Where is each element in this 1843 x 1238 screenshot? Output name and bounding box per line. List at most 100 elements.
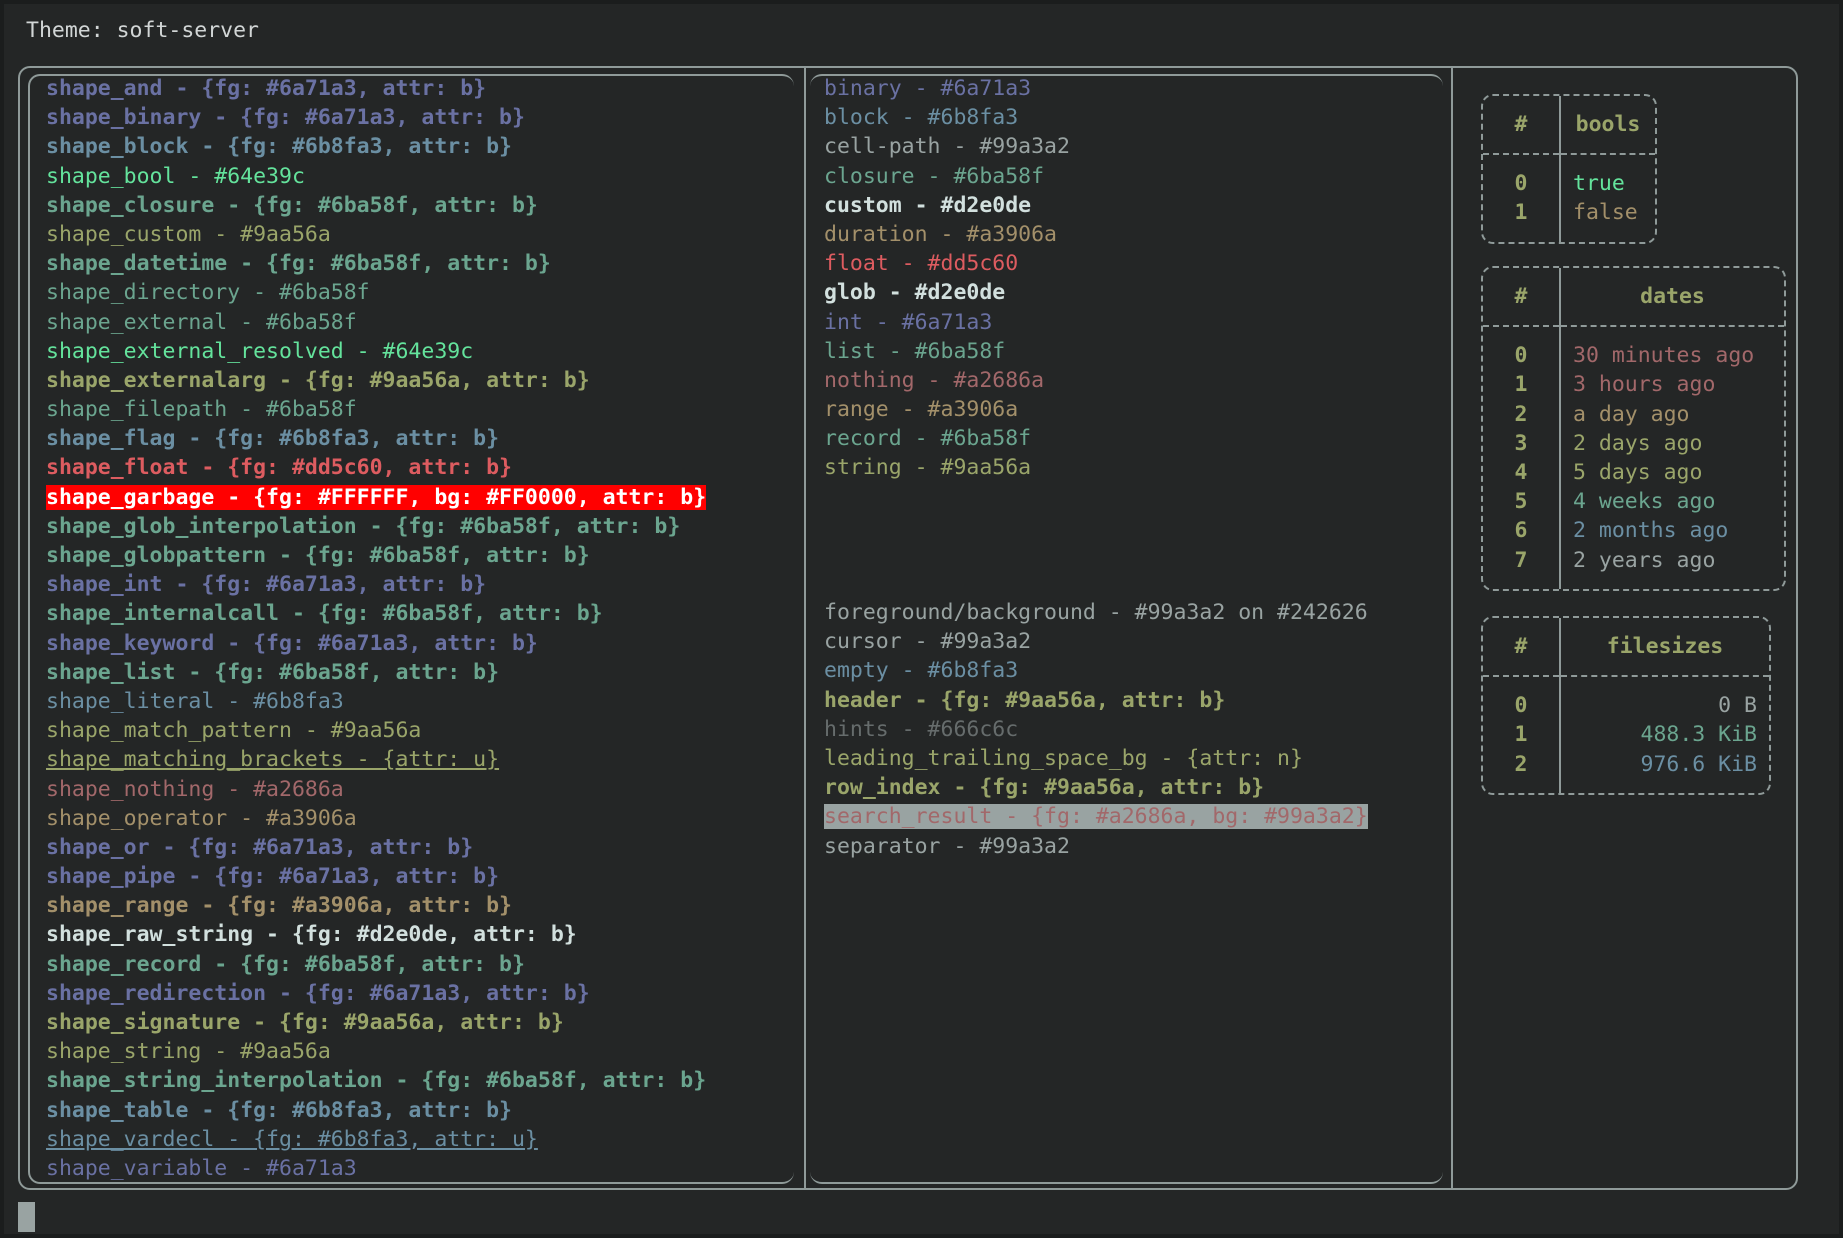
shape-entry-label: shape_externalarg - {fg: #9aa56a, attr: … bbox=[46, 368, 590, 393]
shape-entry: shape_list - {fg: #6ba58f, attr: b} bbox=[46, 658, 706, 687]
shape-entry: shape_operator - #a3906a bbox=[46, 804, 706, 833]
shape-entry-label: shape_internalcall - {fg: #6ba58f, attr:… bbox=[46, 601, 603, 626]
table-row: 62 months ago bbox=[1483, 516, 1784, 545]
shape-entry: shape_closure - {fg: #6ba58f, attr: b} bbox=[46, 191, 706, 220]
shape-entry: shape_garbage - {fg: #FFFFFF, bg: #FF000… bbox=[46, 483, 706, 512]
column-separator-2 bbox=[1451, 66, 1453, 1190]
shape-entry-label: shape_float - {fg: #dd5c60, attr: b} bbox=[46, 455, 512, 480]
shape-entry-label: shape_garbage - {fg: #FFFFFF, bg: #FF000… bbox=[46, 485, 706, 510]
row-index: 5 bbox=[1483, 487, 1560, 516]
shape-entry: shape_vardecl - {fg: #6b8fa3, attr: u} bbox=[46, 1125, 706, 1154]
column-header-filesizes: filesizes bbox=[1560, 618, 1769, 676]
ui-element-entry-label: cursor - #99a3a2 bbox=[824, 629, 1031, 654]
ui-element-entry: leading_trailing_space_bg - {attr: n} bbox=[824, 744, 1368, 773]
row-index: 0 bbox=[1483, 676, 1560, 720]
table-row: 2a day ago bbox=[1483, 400, 1784, 429]
column-header-dates: dates bbox=[1560, 268, 1784, 326]
type-entry-label: glob - #d2e0de bbox=[824, 280, 1005, 305]
cell-value: true bbox=[1560, 154, 1655, 198]
cell-value: 0 B bbox=[1560, 676, 1769, 720]
ui-element-entry-label: search_result - {fg: #a2686a, bg: #99a3a… bbox=[824, 804, 1368, 829]
type-entry-label: binary - #6a71a3 bbox=[824, 76, 1031, 101]
shape-entry-label: shape_external_resolved - #64e39c bbox=[46, 339, 473, 364]
shape-entry: shape_bool - #64e39c bbox=[46, 162, 706, 191]
shape-entry: shape_redirection - {fg: #6a71a3, attr: … bbox=[46, 979, 706, 1008]
row-index: 1 bbox=[1483, 720, 1560, 749]
ui-element-entry: foreground/background - #99a3a2 on #2426… bbox=[824, 598, 1368, 627]
row-index: 7 bbox=[1483, 546, 1560, 589]
row-index: 1 bbox=[1483, 370, 1560, 399]
row-index: 2 bbox=[1483, 750, 1560, 793]
shape-entry: shape_literal - #6b8fa3 bbox=[46, 687, 706, 716]
shape-entry-label: shape_block - {fg: #6b8fa3, attr: b} bbox=[46, 134, 512, 159]
type-entry-label: nothing - #a2686a bbox=[824, 368, 1044, 393]
cell-value: 2 months ago bbox=[1560, 516, 1784, 545]
type-entry: custom - #d2e0de bbox=[824, 191, 1070, 220]
type-entry-label: int - #6a71a3 bbox=[824, 310, 992, 335]
table-row: 1488.3 KiB bbox=[1483, 720, 1769, 749]
dates-table: # dates 030 minutes ago13 hours ago2a da… bbox=[1481, 266, 1786, 591]
shape-entry-label: shape_list - {fg: #6ba58f, attr: b} bbox=[46, 660, 499, 685]
ui-element-entry: cursor - #99a3a2 bbox=[824, 627, 1368, 656]
type-entry: binary - #6a71a3 bbox=[824, 74, 1070, 103]
shape-entry-label: shape_literal - #6b8fa3 bbox=[46, 689, 344, 714]
ui-element-entry: separator - #99a3a2 bbox=[824, 832, 1368, 861]
type-entry: int - #6a71a3 bbox=[824, 308, 1070, 337]
shape-entry: shape_external - #6ba58f bbox=[46, 308, 706, 337]
shape-entry: shape_filepath - #6ba58f bbox=[46, 395, 706, 424]
shape-entry: shape_flag - {fg: #6b8fa3, attr: b} bbox=[46, 424, 706, 453]
shape-entry-label: shape_raw_string - {fg: #d2e0de, attr: b… bbox=[46, 922, 577, 947]
shape-entry-label: shape_binary - {fg: #6a71a3, attr: b} bbox=[46, 105, 525, 130]
column-header-index: # bbox=[1483, 618, 1560, 676]
shape-entry: shape_float - {fg: #dd5c60, attr: b} bbox=[46, 453, 706, 482]
ui-element-entry: search_result - {fg: #a2686a, bg: #99a3a… bbox=[824, 802, 1368, 831]
row-index: 0 bbox=[1483, 326, 1560, 370]
ui-elements-list: foreground/background - #99a3a2 on #2426… bbox=[824, 598, 1368, 861]
cell-value: 2 days ago bbox=[1560, 429, 1784, 458]
ui-element-entry: header - {fg: #9aa56a, attr: b} bbox=[824, 686, 1368, 715]
table-row: 13 hours ago bbox=[1483, 370, 1784, 399]
cell-value: 5 days ago bbox=[1560, 458, 1784, 487]
table-row: 00 B bbox=[1483, 676, 1769, 720]
type-entry-label: closure - #6ba58f bbox=[824, 164, 1044, 189]
type-entry: closure - #6ba58f bbox=[824, 162, 1070, 191]
shape-entry-label: shape_external - #6ba58f bbox=[46, 310, 357, 335]
ui-element-entry-label: separator - #99a3a2 bbox=[824, 834, 1070, 859]
filesizes-table: # filesizes 00 B1488.3 KiB2976.6 KiB bbox=[1481, 616, 1771, 795]
shape-entry-label: shape_match_pattern - #9aa56a bbox=[46, 718, 421, 743]
shape-entry-label: shape_pipe - {fg: #6a71a3, attr: b} bbox=[46, 864, 499, 889]
shape-entry: shape_directory - #6ba58f bbox=[46, 278, 706, 307]
ui-element-entry-label: row_index - {fg: #9aa56a, attr: b} bbox=[824, 775, 1264, 800]
table-row: 32 days ago bbox=[1483, 429, 1784, 458]
table-row: 0true bbox=[1483, 154, 1655, 198]
table-row: 45 days ago bbox=[1483, 458, 1784, 487]
cell-value: 488.3 KiB bbox=[1560, 720, 1769, 749]
shape-entry-label: shape_bool - #64e39c bbox=[46, 164, 305, 189]
cell-value: false bbox=[1560, 198, 1655, 241]
cell-value: 4 weeks ago bbox=[1560, 487, 1784, 516]
shape-entry-label: shape_and - {fg: #6a71a3, attr: b} bbox=[46, 76, 486, 101]
type-entry: float - #dd5c60 bbox=[824, 249, 1070, 278]
shape-entry: shape_variable - #6a71a3 bbox=[46, 1154, 706, 1183]
column-header-bools: bools bbox=[1560, 96, 1655, 154]
shape-entry-label: shape_glob_interpolation - {fg: #6ba58f,… bbox=[46, 514, 680, 539]
type-entry: record - #6ba58f bbox=[824, 424, 1070, 453]
type-entry: range - #a3906a bbox=[824, 395, 1070, 424]
type-entry: block - #6b8fa3 bbox=[824, 103, 1070, 132]
cell-value: 2 years ago bbox=[1560, 546, 1784, 589]
type-entry: glob - #d2e0de bbox=[824, 278, 1070, 307]
table-row: 1false bbox=[1483, 198, 1655, 241]
shape-entry-label: shape_matching_brackets - {attr: u} bbox=[46, 747, 499, 772]
shape-entry-label: shape_table - {fg: #6b8fa3, attr: b} bbox=[46, 1098, 512, 1123]
ui-element-entry-label: foreground/background - #99a3a2 on #2426… bbox=[824, 600, 1368, 625]
table-header-row: # filesizes bbox=[1483, 618, 1769, 676]
shape-entry-label: shape_string_interpolation - {fg: #6ba58… bbox=[46, 1068, 706, 1093]
shape-entry: shape_datetime - {fg: #6ba58f, attr: b} bbox=[46, 249, 706, 278]
page-title: Theme: soft-server bbox=[26, 16, 259, 45]
shape-entry: shape_externalarg - {fg: #9aa56a, attr: … bbox=[46, 366, 706, 395]
type-entry-label: cell-path - #99a3a2 bbox=[824, 134, 1070, 159]
type-entry: nothing - #a2686a bbox=[824, 366, 1070, 395]
row-index: 1 bbox=[1483, 198, 1560, 241]
shape-entry: shape_signature - {fg: #9aa56a, attr: b} bbox=[46, 1008, 706, 1037]
shape-entry: shape_nothing - #a2686a bbox=[46, 775, 706, 804]
